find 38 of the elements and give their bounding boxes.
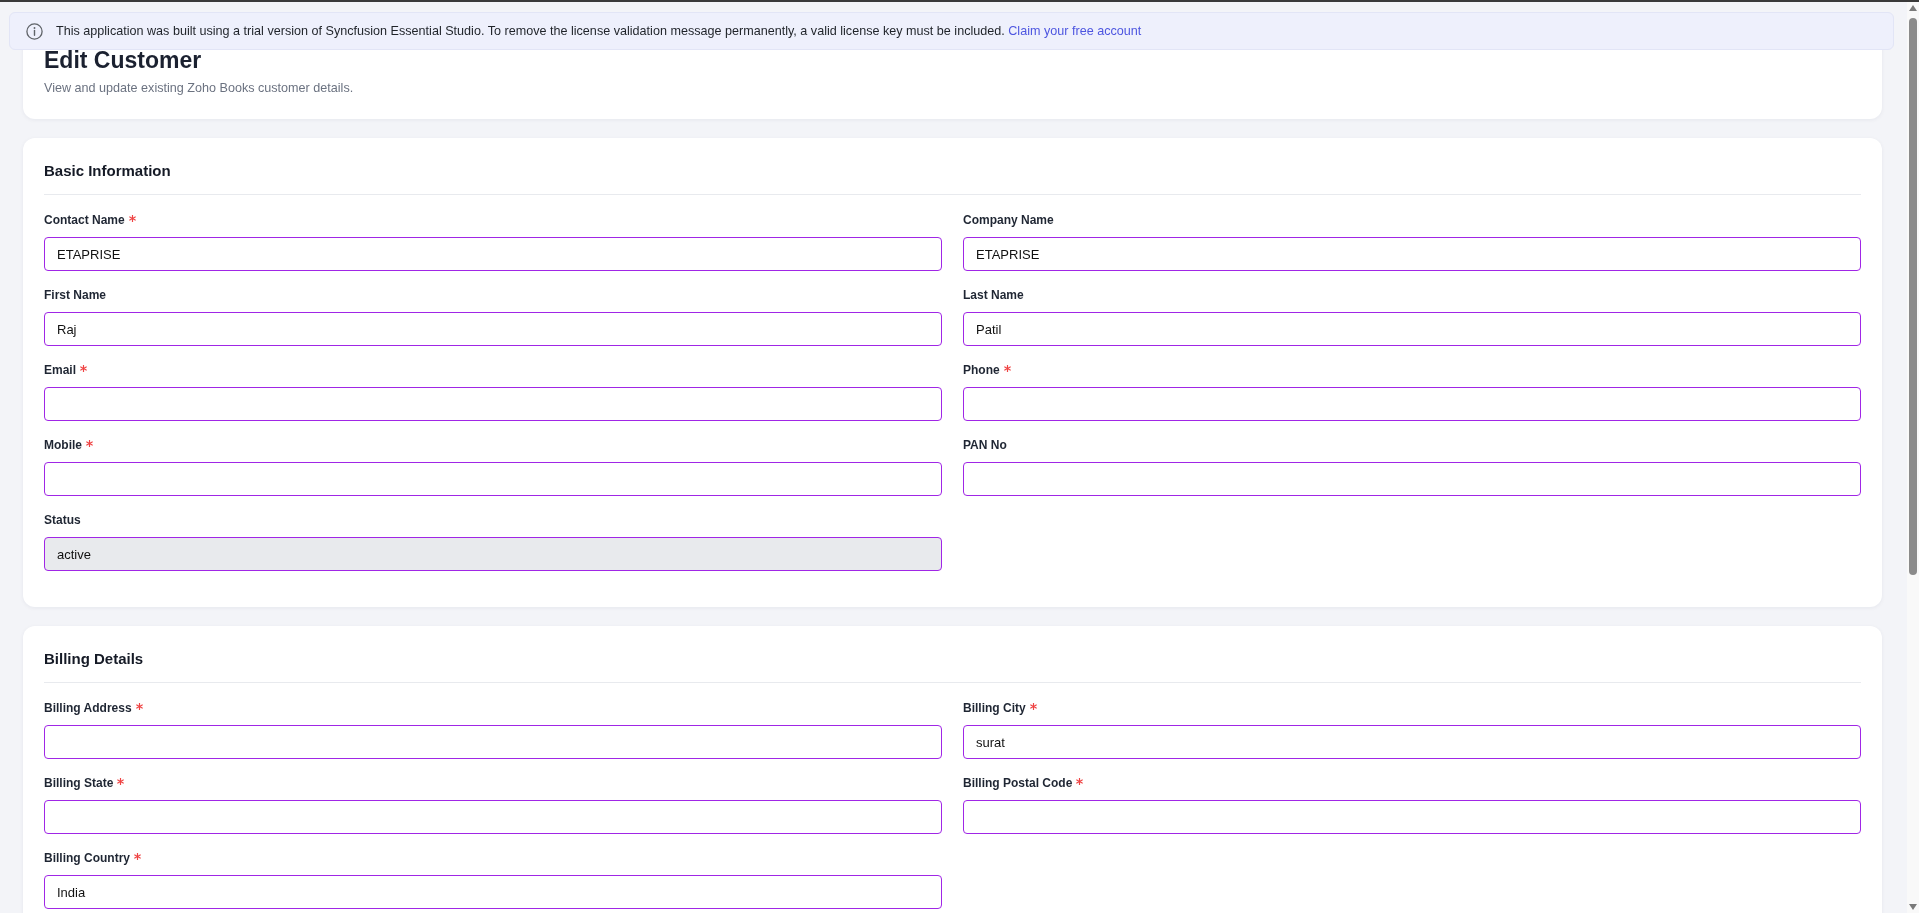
field-label: Billing City bbox=[963, 701, 1026, 716]
field-label: Last Name bbox=[963, 288, 1024, 303]
text-field[interactable]: India bbox=[44, 875, 942, 909]
text-field[interactable] bbox=[963, 387, 1861, 421]
field-label: First Name bbox=[44, 288, 107, 303]
field-label: Mobile bbox=[44, 438, 82, 453]
section-title: Basic Information bbox=[44, 161, 171, 181]
scroll-up-icon[interactable] bbox=[1909, 5, 1917, 11]
field-label: Billing Country bbox=[44, 851, 130, 866]
field-label: Company Name bbox=[963, 213, 1054, 228]
license-message: This application was built using a trial version of Syncfusion Essential Studio. To remove the license validation message permanently, a valid license key must be included. Claim your free account bbox=[56, 23, 1142, 39]
field-label: Billing Address bbox=[44, 701, 132, 716]
field-label: Email bbox=[44, 363, 76, 378]
text-field[interactable]: Patil bbox=[963, 312, 1861, 346]
text-field[interactable] bbox=[963, 462, 1861, 496]
page-title: Edit Customer bbox=[44, 46, 202, 74]
field-label: Contact Name bbox=[44, 213, 125, 228]
claim-account-link[interactable]: Claim your free account bbox=[1008, 24, 1142, 38]
text-field[interactable]: ETAPRISE bbox=[963, 237, 1861, 271]
text-field[interactable]: surat bbox=[963, 725, 1861, 759]
scrollbar-thumb[interactable] bbox=[1909, 18, 1917, 575]
field-label: Billing Postal Code bbox=[963, 776, 1073, 791]
info-icon bbox=[26, 22, 43, 40]
text-field[interactable]: ETAPRISE bbox=[44, 237, 942, 271]
page-subtitle: View and update existing Zoho Books customer details. bbox=[44, 80, 354, 96]
text-field[interactable] bbox=[963, 800, 1861, 834]
text-field[interactable] bbox=[44, 725, 942, 759]
text-field[interactable] bbox=[44, 387, 942, 421]
scroll-down-icon[interactable] bbox=[1909, 904, 1917, 910]
field-label: Billing State bbox=[44, 776, 114, 791]
text-field[interactable] bbox=[44, 800, 942, 834]
field-label: PAN No bbox=[963, 438, 1007, 453]
text-field[interactable]: Raj bbox=[44, 312, 942, 346]
field-label: Status bbox=[44, 513, 81, 528]
text-field[interactable] bbox=[44, 462, 942, 496]
field-label: Phone bbox=[963, 363, 1000, 378]
section-title: Billing Details bbox=[44, 649, 144, 669]
scrollbar[interactable] bbox=[1907, 2, 1919, 913]
